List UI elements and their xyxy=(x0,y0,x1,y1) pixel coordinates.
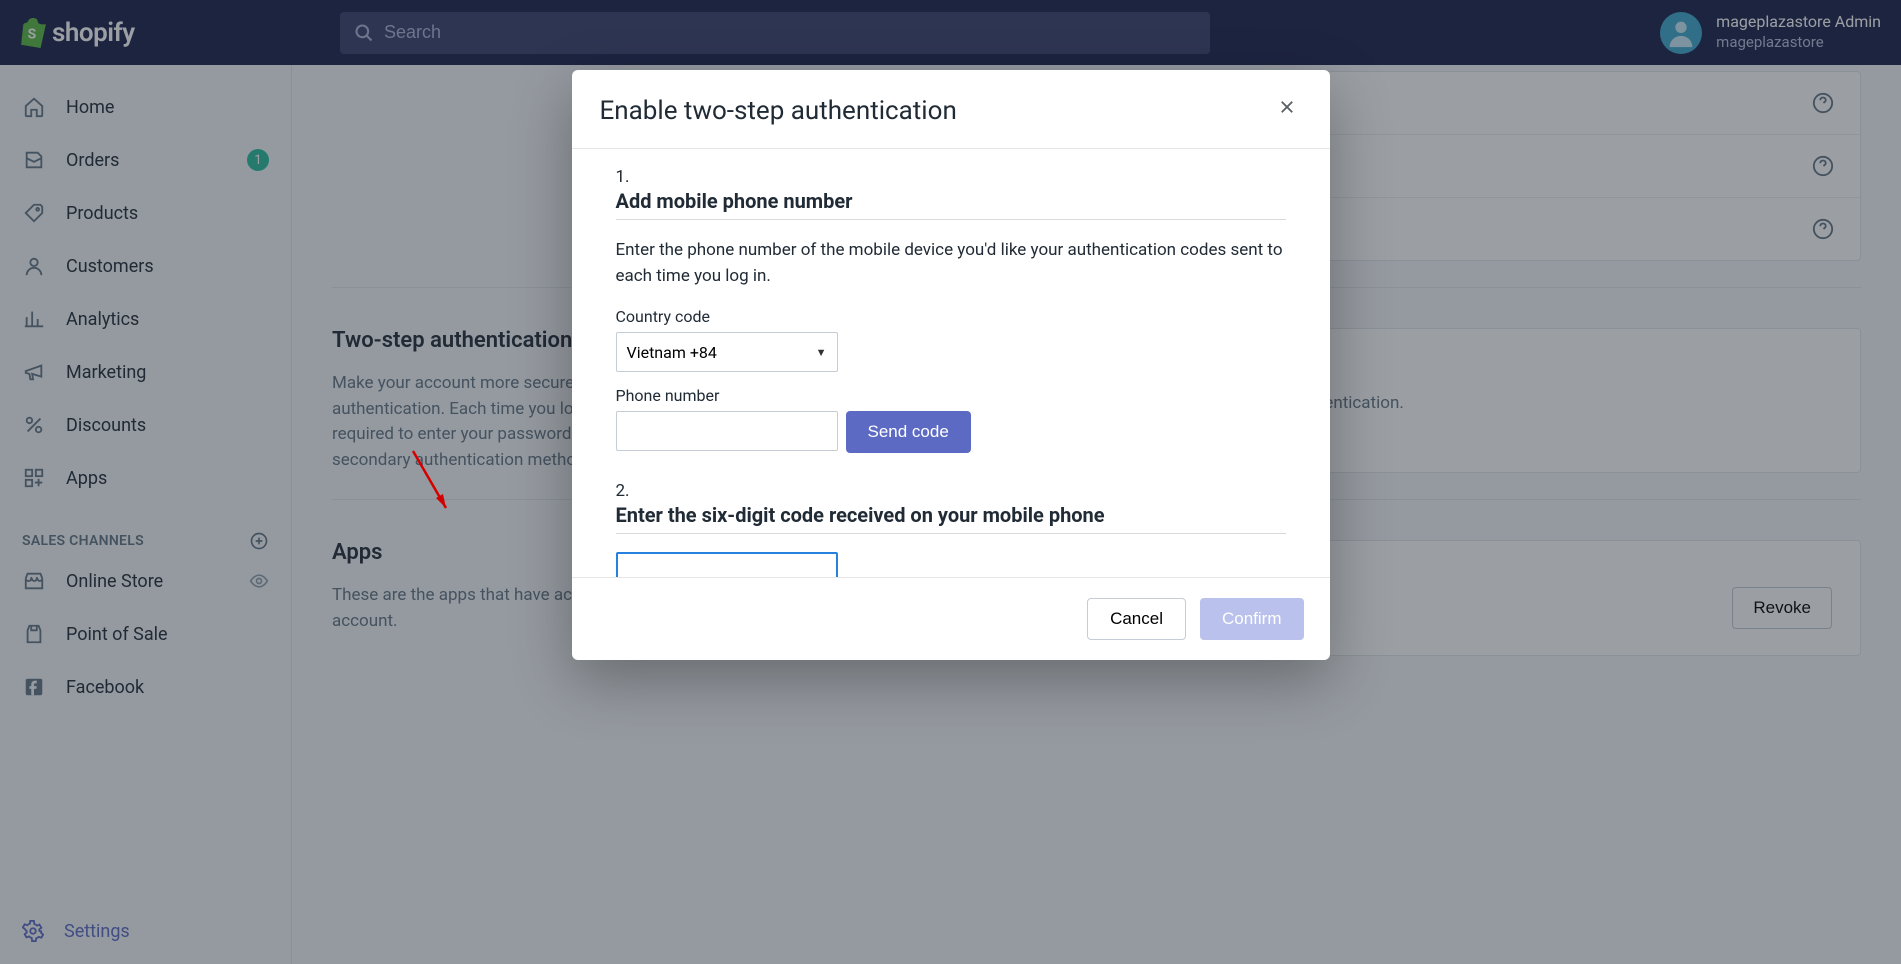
country-code-value: Vietnam +84 xyxy=(627,343,717,362)
two-step-modal: Enable two-step authentication 1. Add mo… xyxy=(572,70,1330,660)
country-code-select[interactable]: Vietnam +84 ▼ xyxy=(616,332,838,372)
confirm-button[interactable]: Confirm xyxy=(1200,598,1304,640)
step1-number: 1. xyxy=(616,167,1286,187)
modal-title: Enable two-step authentication xyxy=(600,96,957,126)
send-code-button[interactable]: Send code xyxy=(846,411,971,453)
step2-title: Enter the six-digit code received on you… xyxy=(616,503,1286,534)
modal-footer: Cancel Confirm xyxy=(572,577,1330,660)
close-button[interactable] xyxy=(1272,96,1302,118)
modal-body: 1. Add mobile phone number Enter the pho… xyxy=(572,149,1330,577)
country-code-label: Country code xyxy=(616,307,1286,326)
modal-header: Enable two-step authentication xyxy=(572,70,1330,149)
verification-code-input[interactable] xyxy=(616,552,838,577)
phone-row: Send code xyxy=(616,411,1286,453)
chevron-down-icon: ▼ xyxy=(816,346,827,359)
phone-number-label: Phone number xyxy=(616,386,1286,405)
cancel-button[interactable]: Cancel xyxy=(1087,598,1186,640)
step1-title: Add mobile phone number xyxy=(616,189,1286,220)
close-icon xyxy=(1278,98,1296,116)
step1-description: Enter the phone number of the mobile dev… xyxy=(616,238,1286,289)
phone-number-input[interactable] xyxy=(616,411,838,451)
step2-number: 2. xyxy=(616,481,1286,501)
